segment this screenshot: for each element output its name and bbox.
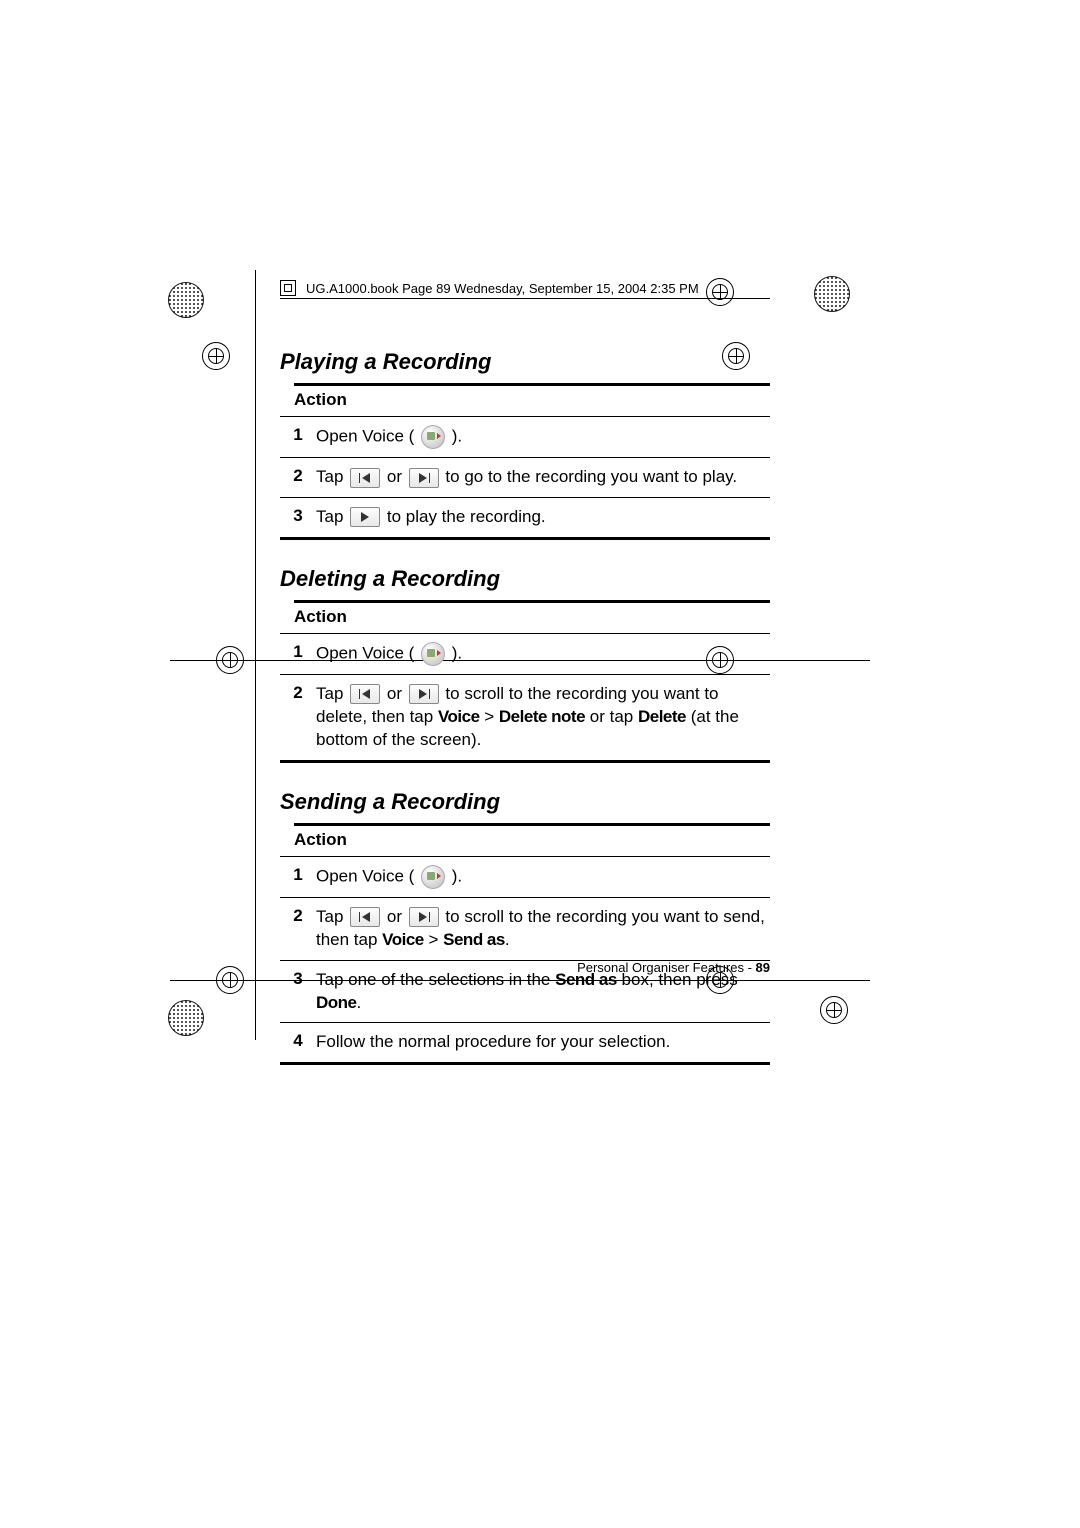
action-header: Action — [294, 600, 770, 627]
voice-icon — [421, 425, 445, 449]
next-icon — [409, 468, 439, 488]
prev-icon — [350, 684, 380, 704]
action-header: Action — [294, 383, 770, 410]
step-number: 2 — [280, 466, 316, 489]
ui-label: Done — [316, 993, 357, 1012]
page-header: UG.A1000.book Page 89 Wednesday, Septemb… — [280, 280, 770, 299]
step-number: 1 — [280, 425, 316, 449]
step-number: 4 — [280, 1031, 316, 1054]
next-icon — [409, 684, 439, 704]
header-text: UG.A1000.book Page 89 Wednesday, Septemb… — [306, 281, 699, 296]
step-row: 3Tap to play the recording. — [280, 497, 770, 537]
ui-label: Send as — [443, 930, 505, 949]
regmark-circle — [196, 336, 236, 376]
section-title: Sending a Recording — [280, 789, 770, 815]
step-body: Tap to play the recording. — [316, 506, 770, 529]
regmark-spiral — [168, 282, 204, 318]
step-number: 3 — [280, 506, 316, 529]
step-body: Tap or to scroll to the recording you wa… — [316, 906, 770, 952]
step-row: 1Open Voice ( ). — [280, 856, 770, 897]
step-body: Open Voice ( ). — [316, 865, 770, 889]
step-number: 2 — [280, 683, 316, 752]
prev-icon — [350, 468, 380, 488]
ui-label: Delete note — [499, 707, 585, 726]
step-body: Open Voice ( ). — [316, 425, 770, 449]
step-number: 1 — [280, 642, 316, 666]
ui-label: Voice — [438, 707, 480, 726]
step-row: 2Tap or to go to the recording you want … — [280, 457, 770, 497]
voice-icon — [421, 865, 445, 889]
step-body: Open Voice ( ). — [316, 642, 770, 666]
step-number: 1 — [280, 865, 316, 889]
step-row: 1Open Voice ( ). — [280, 416, 770, 457]
regmark-spiral — [168, 1000, 204, 1036]
section-endrule — [280, 1062, 770, 1065]
step-body: Tap or to go to the recording you want t… — [316, 466, 770, 489]
step-body: Tap one of the selections in the Send as… — [316, 969, 770, 1015]
step-row: 2Tap or to scroll to the recording you w… — [280, 674, 770, 760]
footer-page: 89 — [756, 960, 770, 975]
step-row: 4Follow the normal procedure for your se… — [280, 1022, 770, 1062]
section-endrule — [280, 760, 770, 763]
step-body: Follow the normal procedure for your sel… — [316, 1031, 770, 1054]
next-icon — [409, 907, 439, 927]
crop-line — [255, 270, 256, 1040]
ui-label: Delete — [638, 707, 686, 726]
regmark-circle — [814, 990, 854, 1030]
step-body: Tap or to scroll to the recording you wa… — [316, 683, 770, 752]
step-number: 3 — [280, 969, 316, 1015]
section-title: Playing a Recording — [280, 349, 770, 375]
step-number: 2 — [280, 906, 316, 952]
play-icon — [350, 507, 380, 527]
voice-icon — [421, 642, 445, 666]
step-row: 1Open Voice ( ). — [280, 633, 770, 674]
section-title: Deleting a Recording — [280, 566, 770, 592]
crop-icon — [280, 280, 296, 296]
footer-label: Personal Organiser Features - — [577, 960, 755, 975]
prev-icon — [350, 907, 380, 927]
regmark-spiral — [814, 276, 850, 312]
step-row: 2Tap or to scroll to the recording you w… — [280, 897, 770, 960]
page-footer: Personal Organiser Features - 89 — [577, 960, 770, 975]
section-endrule — [280, 537, 770, 540]
ui-label: Voice — [382, 930, 424, 949]
action-header: Action — [294, 823, 770, 850]
